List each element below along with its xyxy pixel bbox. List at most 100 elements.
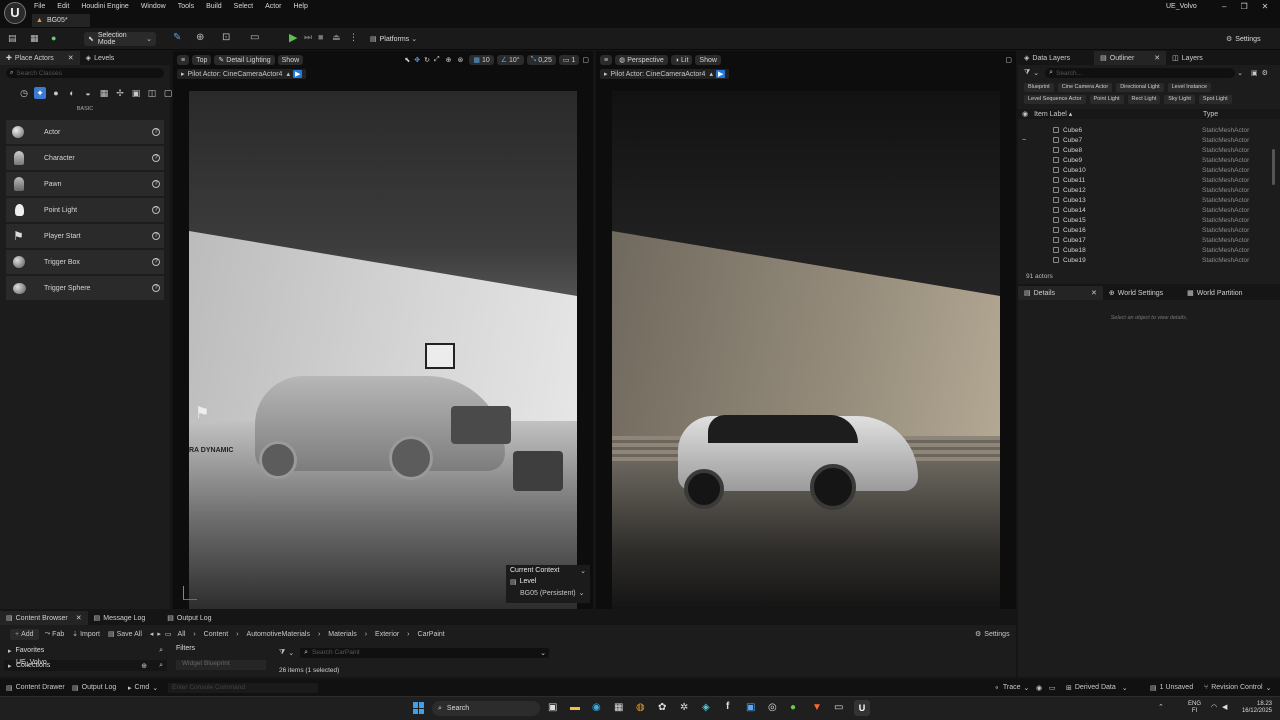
stop-icon[interactable]: ■ bbox=[318, 32, 323, 42]
menu-edit[interactable]: Edit bbox=[57, 3, 69, 10]
table-row[interactable]: Cube15 StaticMeshActor bbox=[1018, 215, 1270, 225]
camera-speed-button[interactable]: ▭ 1 bbox=[558, 55, 580, 65]
volumes-icon[interactable]: ✢ bbox=[114, 87, 126, 99]
windows-start-icon[interactable] bbox=[413, 702, 425, 714]
menu-help[interactable]: Help bbox=[293, 3, 307, 10]
show-button[interactable]: Show bbox=[695, 55, 721, 65]
menu-houdini-engine[interactable]: Houdini Engine bbox=[81, 3, 128, 10]
chrome-icon[interactable]: ◍ bbox=[636, 702, 645, 713]
tray-chevron-icon[interactable]: ⌃ bbox=[1158, 703, 1164, 711]
chevron-down-icon[interactable]: ⌄ bbox=[1237, 69, 1243, 77]
search-classes[interactable]: ⌕ Search Classes bbox=[6, 68, 164, 78]
outliner-scrollbar[interactable] bbox=[1272, 149, 1275, 185]
level-selector[interactable]: BG05 (Persistent) ⌄ bbox=[506, 587, 590, 599]
add-button[interactable]: + Add bbox=[10, 628, 39, 640]
select-tool-icon[interactable]: ⬉ bbox=[404, 56, 410, 64]
tab-details[interactable]: ▤ Details ✕ bbox=[1018, 286, 1103, 300]
content-icon[interactable]: ▦ bbox=[30, 33, 39, 44]
add-collection-icon[interactable]: ⊕ bbox=[141, 662, 147, 670]
filter-chip[interactable]: Cine Camera Actor bbox=[1057, 83, 1113, 92]
breadcrumb-item[interactable]: Materials bbox=[328, 631, 356, 638]
wifi-icon[interactable]: ◠ bbox=[1211, 703, 1217, 711]
recent-icon[interactable]: ◷ bbox=[18, 87, 30, 99]
table-row[interactable]: Cube10 StaticMeshActor bbox=[1018, 165, 1270, 175]
lights-icon[interactable]: ● bbox=[50, 87, 62, 99]
play-icon[interactable]: ▶ bbox=[289, 31, 297, 44]
store-icon[interactable]: ▦ bbox=[614, 702, 623, 713]
eject-icon[interactable]: ⏏ bbox=[332, 32, 341, 43]
filter-chip[interactable]: Level Instance bbox=[1167, 83, 1212, 92]
help-icon[interactable]: ? bbox=[152, 206, 160, 214]
outliner-search-input[interactable]: ⌕ Search... bbox=[1045, 68, 1236, 78]
viewport-menu-button[interactable]: ≡ bbox=[600, 55, 613, 65]
rotate-tool-icon[interactable]: ↻ bbox=[424, 56, 430, 64]
save-icon[interactable]: ▤ bbox=[8, 33, 17, 44]
save-all-button[interactable]: ▤ Save All bbox=[108, 630, 142, 639]
table-row[interactable]: Cube12 StaticMeshActor bbox=[1018, 185, 1270, 195]
unsaved-button[interactable]: ▤ 1 Unsaved bbox=[1150, 684, 1193, 692]
search-icon[interactable]: ⌕ bbox=[159, 647, 163, 655]
camera-pilot-icon[interactable]: ▶ bbox=[715, 70, 726, 78]
tab-data-layers[interactable]: ◈ Data Layers bbox=[1018, 51, 1076, 65]
tab-content-browser[interactable]: ▤ Content Browser ✕ bbox=[0, 611, 88, 625]
cinematic-icon[interactable]: ◐ bbox=[66, 87, 78, 99]
move-tool-icon[interactable]: ✥ bbox=[414, 56, 420, 64]
close-icon[interactable]: ✕ bbox=[1262, 2, 1269, 11]
settings-dropdown[interactable]: ⚙ Settings bbox=[1226, 33, 1261, 45]
tab-outliner[interactable]: ▤ Outliner ✕ bbox=[1094, 51, 1167, 65]
tab-place-actors[interactable]: ✚ Place Actors ✕ bbox=[0, 51, 80, 65]
chevron-down-icon[interactable]: ⌄ bbox=[540, 649, 546, 657]
maximize-viewport-icon[interactable]: ▢ bbox=[582, 56, 589, 64]
lighting-mode-button[interactable]: ◑ Lit bbox=[670, 55, 693, 65]
list-item[interactable]: Pawn? bbox=[6, 172, 164, 196]
list-item[interactable]: Point Light? bbox=[6, 198, 164, 222]
add-folder-icon[interactable]: ▣ bbox=[1251, 69, 1258, 77]
tab-world-settings[interactable]: ⊕ World Settings bbox=[1103, 286, 1169, 300]
table-row[interactable]: Cube14 StaticMeshActor bbox=[1018, 205, 1270, 215]
surface-snap-icon[interactable]: ⊛ bbox=[457, 56, 463, 64]
blueprint-icon[interactable]: ⊡ bbox=[222, 32, 230, 43]
tab-world-partition[interactable]: ▦ World Partition bbox=[1181, 286, 1248, 300]
view-mode-button[interactable]: Top bbox=[192, 55, 212, 65]
unreal-taskbar-icon[interactable]: U bbox=[854, 700, 870, 716]
tab-message-log[interactable]: ▤ Message Log bbox=[88, 611, 152, 625]
table-row[interactable]: Cube17 StaticMeshActor bbox=[1018, 235, 1270, 245]
breadcrumb-item[interactable]: All bbox=[178, 631, 186, 638]
table-row[interactable]: Cube6 StaticMeshActor bbox=[1018, 125, 1270, 135]
filter-chip[interactable]: Rect Light bbox=[1127, 95, 1161, 104]
filter-icon[interactable]: ⧩ bbox=[279, 649, 285, 657]
app-icon[interactable]: ● bbox=[790, 702, 796, 713]
cmd-dropdown[interactable]: ▸ Cmd ⌄ bbox=[128, 684, 158, 692]
platforms-dropdown[interactable]: ▤ Platforms ⌄ bbox=[370, 33, 417, 45]
visual-effects-icon[interactable]: ◒ bbox=[82, 87, 94, 99]
expand-icon[interactable]: ▸ bbox=[8, 647, 12, 655]
maximize-icon[interactable]: ❐ bbox=[1240, 2, 1247, 11]
list-item[interactable]: Actor? bbox=[6, 120, 164, 144]
viewport-perspective[interactable]: ≡ ◍ Perspective ◑ Lit Show ▢ ▸ Pilot Actor… bbox=[596, 51, 1016, 609]
import-button[interactable]: ⇣ Import bbox=[72, 630, 100, 639]
step-icon[interactable]: ⏭ bbox=[304, 32, 312, 43]
lock-icon[interactable]: ▴ bbox=[709, 70, 713, 78]
show-button[interactable]: Show bbox=[277, 55, 304, 65]
help-icon[interactable]: ? bbox=[152, 180, 160, 188]
filter-chip[interactable]: Spot Light bbox=[1198, 95, 1232, 104]
add-actor-icon[interactable]: ⊕ bbox=[196, 32, 204, 43]
unreal-logo-icon[interactable]: U bbox=[4, 2, 26, 24]
search-icon[interactable]: ⌕ bbox=[159, 662, 163, 670]
table-row[interactable]: Cube8 StaticMeshActor bbox=[1018, 145, 1270, 155]
source-control-icon[interactable]: ● bbox=[51, 33, 56, 43]
edge-icon[interactable]: ◉ bbox=[592, 702, 601, 713]
clock-time[interactable]: 18.23 bbox=[1238, 701, 1272, 708]
favorites-label[interactable]: Favorites bbox=[16, 647, 45, 654]
table-row[interactable]: Cube18 StaticMeshActor bbox=[1018, 245, 1270, 255]
breadcrumb-item[interactable]: AutomotiveMaterials bbox=[247, 631, 310, 638]
filter-chip[interactable]: Blueprint bbox=[1024, 83, 1054, 92]
breadcrumb-item[interactable]: CarPaint bbox=[418, 631, 445, 638]
type-header[interactable]: Type bbox=[1203, 111, 1218, 118]
menu-window[interactable]: Window bbox=[141, 3, 166, 10]
tab-output-log[interactable]: ▤ Output Log bbox=[161, 611, 217, 625]
list-item[interactable]: Character? bbox=[6, 146, 164, 170]
gear-icon[interactable]: ⚙ bbox=[1262, 69, 1268, 77]
classes-icon[interactable]: ▣ bbox=[130, 87, 142, 99]
fab-button[interactable]: ⤳ Fab bbox=[45, 630, 65, 638]
